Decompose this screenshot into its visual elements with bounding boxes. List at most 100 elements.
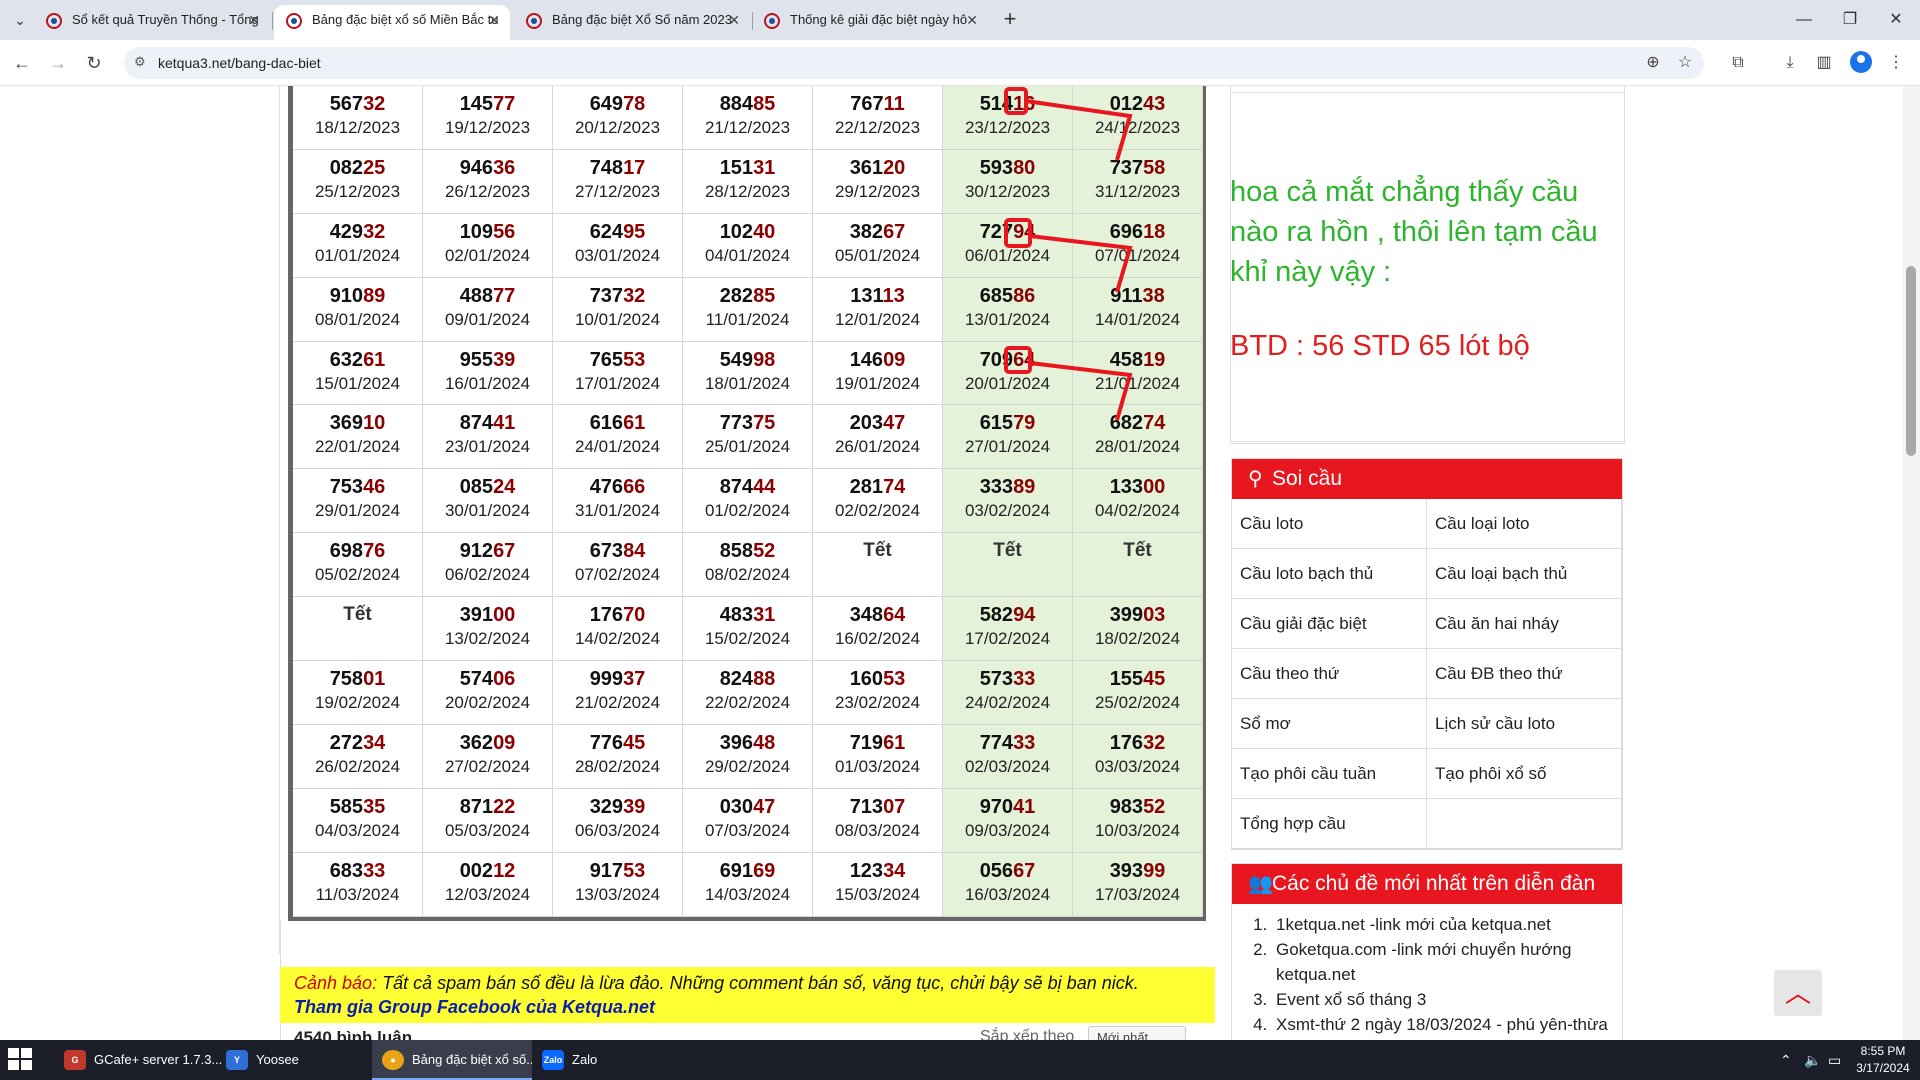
draw-date: 20/12/2023	[574, 118, 661, 137]
sort-select[interactable]: Mới nhất	[1088, 1026, 1186, 1040]
prize-number-tail: 77	[493, 93, 516, 115]
draw-date: 01/03/2024	[834, 756, 921, 776]
soi-cau-link[interactable]: Cầu loto	[1232, 499, 1427, 549]
tab-1[interactable]: Sổ kết quả Truyền Thống - Tổng ✕	[34, 5, 270, 40]
prize-number: 08225	[293, 156, 422, 180]
prize-number-tail: 61	[883, 731, 906, 754]
close-icon[interactable]: ✕	[488, 5, 500, 35]
extensions-icon[interactable]: ⧉	[1726, 51, 1750, 75]
draw-date: 12/03/2024	[444, 884, 531, 904]
prize-number-tail: 11	[883, 93, 905, 115]
forward-icon[interactable]: →	[44, 49, 72, 77]
prize-number-tail: 40	[753, 220, 776, 243]
result-cell: 68274 28/01/2024	[1073, 405, 1203, 470]
soi-cau-link[interactable]: Cầu giải đặc biệt	[1232, 599, 1427, 649]
prize-number-tail: 53	[883, 668, 906, 691]
prize-number: 39399	[1073, 859, 1202, 883]
close-icon[interactable]: ✕	[728, 5, 740, 35]
draw-date: 12/01/2024	[834, 309, 921, 329]
system-clock[interactable]: 8:55 PM 3/17/2024	[1848, 1043, 1918, 1077]
result-cell: 10956 02/01/2024	[423, 213, 553, 278]
soi-cau-link[interactable]: Cầu ĐB theo thứ	[1427, 649, 1622, 699]
url-text[interactable]: ketqua3.net/bang-dac-biet	[158, 55, 321, 71]
network-icon[interactable]: ▭	[1828, 1040, 1841, 1080]
task-yoosee[interactable]: Y Yoosee	[216, 1040, 392, 1080]
soi-cau-link[interactable]: Cầu ăn hai nháy	[1427, 599, 1622, 649]
prize-number-tail: 95	[623, 220, 646, 243]
back-icon[interactable]: ←	[8, 49, 36, 77]
tab-2[interactable]: Bảng đặc biệt xổ số Miền Bắc tu ✕	[274, 5, 510, 40]
restore-icon[interactable]: ❐	[1830, 6, 1870, 34]
result-cell: 76711 22/12/2023	[813, 86, 943, 150]
draw-date: 17/02/2024	[964, 629, 1051, 649]
prize-number: 34864	[813, 603, 942, 627]
prize-number-tail: 41	[1013, 795, 1036, 818]
prize-number: 62495	[553, 220, 682, 244]
windows-start-icon[interactable]	[8, 1048, 36, 1072]
tab-3[interactable]: Bảng đặc biệt Xổ Số năm 2023 ✕	[514, 5, 750, 40]
task-chrome[interactable]: ● Bảng đặc biệt xổ số...	[372, 1040, 532, 1080]
task-gcafe[interactable]: G GCafe+ server 1.7.3...	[54, 1040, 230, 1080]
chevron-up-icon[interactable]: ⌃	[1780, 1040, 1792, 1080]
menu-icon[interactable]: ⋮	[1884, 51, 1908, 75]
task-zalo[interactable]: Zalo Zalo	[532, 1040, 692, 1080]
prize-number: 71961	[813, 731, 942, 755]
prize-number-tail: 12	[493, 859, 516, 882]
profile-avatar[interactable]	[1850, 51, 1872, 73]
draw-date: 03/03/2024	[1094, 756, 1181, 776]
close-icon[interactable]: ✕	[966, 5, 978, 35]
comments-header: 4540 bình luận Sắp xếp theo Mới nhất	[280, 1026, 1215, 1040]
result-cell: 03047 07/03/2024	[683, 788, 813, 853]
forum-topic-link[interactable]: 1ketqua.net -link mới của ketqua.net	[1272, 912, 1612, 937]
forum-topic-link[interactable]: Event xổ số tháng 3	[1272, 987, 1612, 1012]
soi-cau-link[interactable]: Tạo phôi cầu tuần	[1232, 749, 1427, 799]
forum-topic-link[interactable]: Goketqua.com -link mới chuyển hướng ketq…	[1272, 937, 1612, 987]
prize-number-head: 615	[979, 412, 1014, 435]
clock-time: 8:55 PM	[1860, 1044, 1906, 1058]
close-window-icon[interactable]: ✕	[1876, 6, 1916, 34]
soi-cau-link[interactable]: Lịch sử cầu loto	[1427, 699, 1622, 749]
tab-search-button[interactable]: ⌄	[8, 8, 32, 32]
soi-cau-link[interactable]: Cầu loại loto	[1427, 499, 1622, 549]
draw-date: 02/01/2024	[444, 245, 531, 265]
prize-number-head: 123	[849, 859, 884, 882]
prize-number: 42932	[293, 220, 422, 244]
minimize-icon[interactable]: —	[1784, 6, 1824, 34]
result-cell: 69876 05/02/2024	[293, 533, 423, 598]
note-text: hoa cả mắt chẳng thấy cầu nào ra hồn , t…	[1230, 176, 1598, 288]
zoom-icon[interactable]: ⊕	[1642, 52, 1664, 74]
forum-topic-link[interactable]: Xsmt-thứ 2 ngày 18/03/2024 - phú yên-thừ…	[1272, 1012, 1612, 1037]
soi-cau-link	[1427, 799, 1622, 849]
soi-cau-link[interactable]: Tổng hợp cầu	[1232, 799, 1427, 849]
soi-cau-link[interactable]: Tạo phôi xổ số	[1427, 749, 1622, 799]
result-cell: 73732 10/01/2024	[553, 277, 683, 342]
close-icon[interactable]: ✕	[248, 5, 260, 35]
scrollbar[interactable]	[1902, 86, 1920, 1040]
prize-number-tail: 36	[493, 156, 516, 179]
side-panel-icon[interactable]: ▥	[1812, 51, 1836, 75]
download-icon[interactable]: ⤓	[1778, 51, 1802, 75]
draw-date: 08/03/2024	[834, 820, 921, 840]
soi-cau-link[interactable]: Sổ mơ	[1232, 699, 1427, 749]
result-cell: 70964 20/01/2024	[943, 341, 1073, 406]
draw-date: 29/01/2024	[314, 501, 401, 521]
soi-cau-link[interactable]: Cầu loại bạch thủ	[1427, 549, 1622, 599]
facebook-group-link[interactable]: Tham gia Group Facebook của Ketqua.net	[294, 995, 1201, 1020]
volume-icon[interactable]: 🔈	[1804, 1040, 1821, 1080]
result-cell: 91753 13/03/2024	[553, 852, 683, 917]
address-bar[interactable]: ⚙ ketqua3.net/bang-dac-biet ⊕ ☆	[124, 47, 1704, 79]
soi-cau-link[interactable]: Cầu theo thứ	[1232, 649, 1427, 699]
soi-cau-link[interactable]: Cầu loto bạch thủ	[1232, 549, 1427, 599]
tab-4[interactable]: Thống kê giải đặc biệt ngày hô ✕	[752, 5, 988, 40]
scroll-to-top-button[interactable]: ︿	[1774, 970, 1822, 1016]
prize-number: 39903	[1073, 603, 1202, 627]
draw-date: 03/01/2024	[574, 245, 661, 265]
site-info-icon[interactable]: ⚙	[134, 54, 146, 70]
new-tab-button[interactable]: +	[996, 6, 1024, 34]
bookmark-star-icon[interactable]: ☆	[1674, 52, 1696, 74]
draw-date: 05/02/2024	[314, 565, 401, 585]
reload-icon[interactable]: ↻	[80, 49, 108, 77]
draw-date: 10/01/2024	[574, 309, 661, 329]
prize-number-head: 362	[459, 731, 494, 754]
scrollbar-thumb[interactable]	[1906, 266, 1916, 456]
